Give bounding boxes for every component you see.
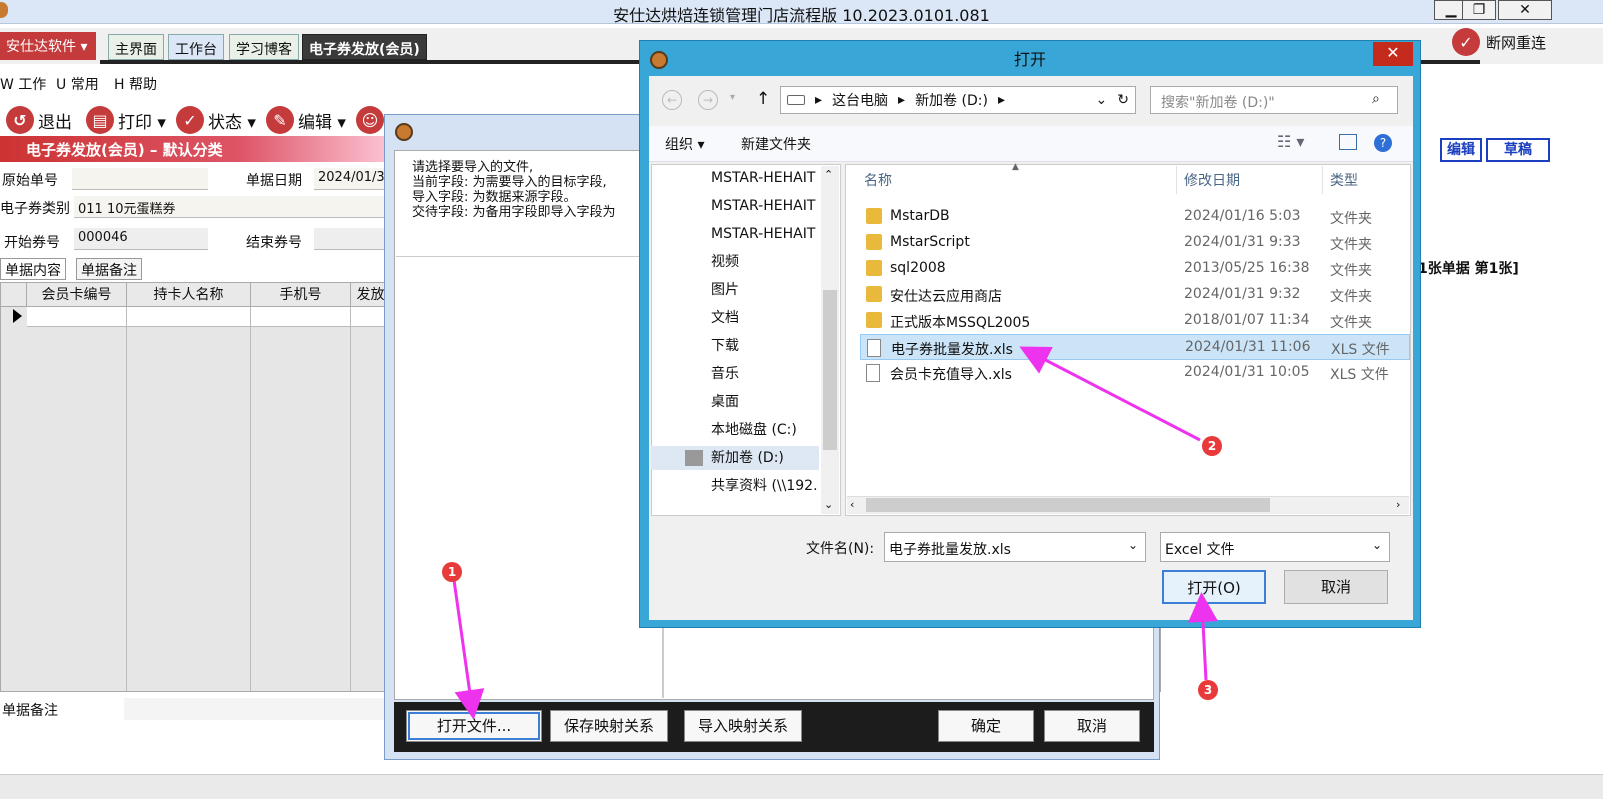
step-marker-1: 1 [442,562,462,582]
annotation-arrows [452,346,1218,720]
annotation-arrow-1 [452,579,485,720]
step-marker-2: 2 [1202,436,1222,456]
annotation-arrow-3 [1187,592,1218,681]
step-marker-3: 3 [1198,680,1218,700]
annotation-arrow-2 [1019,346,1201,442]
